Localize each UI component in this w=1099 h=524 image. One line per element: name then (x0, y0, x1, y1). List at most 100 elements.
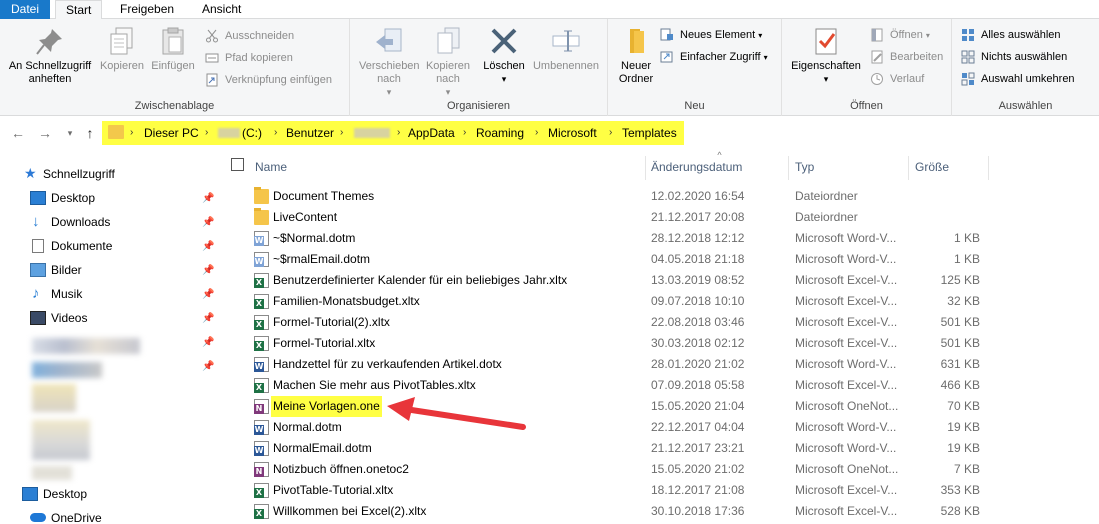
download-icon: ↓ (32, 213, 40, 230)
file-row[interactable]: N Meine Vorlagen.one 15.05.2020 21:04 Micro… (222, 396, 1099, 417)
pin-icon[interactable]: 📌 (202, 217, 214, 228)
pin-icon[interactable]: 📌 (202, 289, 214, 300)
file-row[interactable]: W Normal.dotm 22.12.2017 04:04 Microsoft Wo… (222, 417, 1099, 438)
select-all-checkbox[interactable] (231, 158, 244, 171)
group-organize: Verschieben nach ▾ Kopieren nach ▾ Lösch… (350, 19, 608, 116)
navigation-bar: ← → ▾ ↑ › Dieser PC › (C:) › Benutzer › … (0, 117, 1099, 150)
file-type: Microsoft OneNot... (795, 462, 899, 476)
new-item-button[interactable]: Neues Element ▾ (660, 25, 762, 45)
group-label-new: Neu (684, 100, 705, 112)
file-row[interactable]: X Formel-Tutorial.xltx 30.03.2018 02:12 Mic… (222, 333, 1099, 354)
tab-datei[interactable]: Datei (0, 0, 50, 19)
file-row[interactable]: X Formel-Tutorial(2).xltx 22.08.2018 03:46… (222, 312, 1099, 333)
file-row[interactable]: X Machen Sie mehr aus PivotTables.xltx 07.… (222, 375, 1099, 396)
delete-button[interactable]: Löschen ▾ (480, 25, 528, 86)
invert-selection-button[interactable]: Auswahl umkehren (961, 69, 1075, 89)
pin-quickaccess-button[interactable]: An Schnellzugriff anheften (4, 25, 96, 86)
crumb-microsoft[interactable]: Microsoft (548, 125, 597, 141)
file-row[interactable]: LiveContent 21.12.2017 20:08 Dateiordner (222, 207, 1099, 228)
paste-icon (157, 25, 189, 57)
file-date: 28.01.2020 21:02 (651, 357, 745, 371)
navigation-pane: ★ Schnellzugriff Desktop ↓ Downloads Dok… (0, 150, 222, 524)
back-arrow-icon[interactable]: ← (10, 125, 26, 141)
nav-desktop[interactable]: Desktop (30, 187, 222, 209)
file-row[interactable]: W Handzettel für zu verkaufenden Artikel.… (222, 354, 1099, 375)
copy-button[interactable]: Kopieren (97, 25, 147, 73)
pin-icon[interactable]: 📌 (202, 361, 214, 372)
onenote-file-icon: N (254, 399, 269, 414)
file-size: 70 KB (947, 399, 980, 413)
pin-icon[interactable]: 📌 (202, 337, 214, 348)
file-name: LiveContent (273, 210, 338, 224)
file-size: 631 KB (940, 357, 980, 371)
tab-start[interactable]: Start (55, 0, 103, 20)
edit-button[interactable]: Bearbeiten (870, 47, 943, 67)
pin-icon[interactable]: 📌 (202, 193, 214, 204)
file-name: Normal.dotm (273, 420, 342, 434)
file-name: ~$rmalEmail.dotm (273, 252, 371, 266)
rename-button[interactable]: Umbenennen (530, 25, 602, 73)
word-temp-file-icon: W (254, 231, 269, 246)
file-row[interactable]: W NormalEmail.dotm 21.12.2017 23:21 Microso… (222, 438, 1099, 459)
file-type: Dateiordner (795, 210, 858, 224)
crumb-users[interactable]: Benutzer (286, 125, 334, 141)
history-button[interactable]: Verlauf (870, 69, 924, 89)
excel-file-icon: X (254, 504, 269, 519)
file-row[interactable]: Document Themes 12.02.2020 16:54 Dateiordn… (222, 186, 1099, 207)
address-bar[interactable]: › Dieser PC › (C:) › Benutzer › › AppDat… (102, 121, 684, 145)
crumb-this-pc[interactable]: Dieser PC (144, 125, 199, 141)
tab-ansicht[interactable]: Ansicht (192, 0, 251, 19)
open-icon (870, 28, 884, 42)
paste-button[interactable]: Einfügen (148, 25, 198, 73)
folder-icon (108, 125, 124, 139)
select-none-button[interactable]: Nichts auswählen (961, 47, 1067, 67)
open-button[interactable]: Öffnen ▾ (870, 25, 930, 45)
file-size: 1 KB (953, 252, 980, 266)
pin-icon[interactable]: 📌 (202, 241, 214, 252)
file-row[interactable]: W ~$rmalEmail.dotm 04.05.2018 21:18 Microso… (222, 249, 1099, 270)
copy-path-button[interactable]: Pfad kopieren (205, 48, 293, 68)
copy-to-button[interactable]: Kopieren nach ▾ (422, 25, 474, 99)
file-row[interactable]: X Willkommen bei Excel(2).xltx 30.10.2018 … (222, 501, 1099, 522)
recent-locations-icon[interactable]: ▾ (62, 125, 78, 141)
copy-path-icon (205, 51, 219, 65)
properties-button[interactable]: Eigenschaften ▾ (788, 25, 864, 86)
new-folder-button[interactable]: Neuer Ordner (612, 25, 660, 86)
file-row[interactable]: X Familien-Monatsbudget.xltx 09.07.2018 10… (222, 291, 1099, 312)
file-type: Microsoft Excel-V... (795, 294, 898, 308)
file-size: 1 KB (953, 231, 980, 245)
file-date: 18.12.2017 21:08 (651, 483, 745, 497)
move-to-button[interactable]: Verschieben nach ▾ (354, 25, 424, 99)
crumb-drive[interactable]: (C:) (242, 125, 262, 141)
tab-freigeben[interactable]: Freigeben (110, 0, 184, 19)
new-item-icon (660, 28, 674, 42)
select-all-button[interactable]: Alles auswählen (961, 25, 1061, 45)
file-type: Microsoft OneNot... (795, 399, 899, 413)
column-name[interactable]: Name (255, 156, 287, 178)
word-file-icon: W (254, 420, 269, 435)
file-row[interactable]: W ~$Normal.dotm 28.12.2018 12:12 Microsoft … (222, 228, 1099, 249)
pin-icon[interactable]: 📌 (202, 313, 214, 324)
column-divider (988, 156, 989, 180)
up-arrow-icon[interactable]: ↑ (82, 125, 98, 141)
crumb-roaming[interactable]: Roaming (476, 125, 524, 141)
file-row[interactable]: N Notizbuch öffnen.onetoc2 15.05.2020 21:0… (222, 459, 1099, 480)
onenote-file-icon: N (254, 462, 269, 477)
paste-shortcut-button[interactable]: Verknüpfung einfügen (205, 70, 332, 90)
file-name: Handzettel für zu verkaufenden Artikel.d… (273, 357, 502, 371)
file-row[interactable]: X PivotTable-Tutorial.xltx 18.12.2017 21:0… (222, 480, 1099, 501)
desktop-icon (30, 191, 46, 205)
redacted-item (32, 384, 76, 412)
file-date: 15.05.2020 21:02 (651, 462, 745, 476)
cloud-icon (30, 513, 46, 522)
pin-icon[interactable]: 📌 (202, 265, 214, 276)
easy-access-button[interactable]: Einfacher Zugriff ▾ (660, 47, 768, 67)
crumb-appdata[interactable]: AppData (408, 125, 455, 141)
file-row[interactable]: X Benutzerdefinierter Kalender für ein be… (222, 270, 1099, 291)
group-label-open: Öffnen (850, 100, 883, 112)
crumb-templates[interactable]: Templates (622, 125, 677, 141)
forward-arrow-icon[interactable]: → (37, 125, 53, 141)
column-size[interactable]: Größe (915, 156, 949, 178)
cut-button[interactable]: Ausschneiden (205, 26, 294, 46)
column-type[interactable]: Typ (795, 156, 814, 178)
